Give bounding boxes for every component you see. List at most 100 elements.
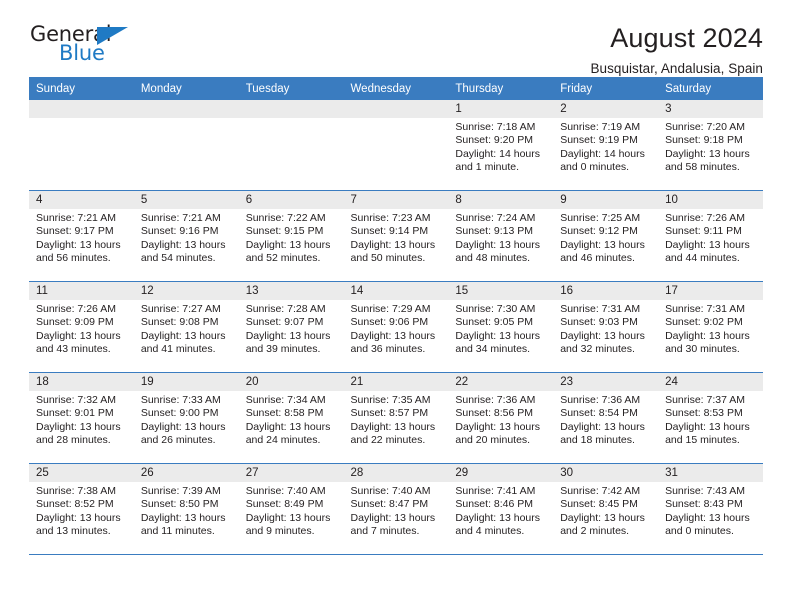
day-cell[interactable]: 15 Sunrise: 7:30 AM Sunset: 9:05 PM Dayligh… [448, 282, 554, 372]
sunrise-text: Sunrise: 7:30 AM [455, 303, 536, 315]
daylight-text-line2: and 0 minutes. [560, 161, 630, 174]
daylight-text-line1: Daylight: 14 hours [455, 147, 541, 160]
sunset-text: Sunset: 9:13 PM [455, 225, 534, 238]
day-cell[interactable]: 31 Sunrise: 7:43 AM Sunset: 8:43 PM Dayligh… [658, 464, 763, 554]
day-number: 9 [553, 191, 659, 209]
day-details: Sunrise: 7:28 AM Sunset: 9:07 PM Daylight:… [239, 300, 344, 357]
day-details: Sunrise: 7:43 AM Sunset: 8:43 PM Daylight:… [658, 482, 763, 539]
sunset-text: Sunset: 9:09 PM [36, 316, 114, 329]
calendar-cell [29, 100, 134, 191]
calendar-cell: 30 Sunrise: 7:42 AM Sunset: 8:45 PM Dayligh… [553, 463, 659, 554]
sunrise-text: Sunrise: 7:36 AM [455, 394, 536, 406]
day-number: 26 [133, 464, 239, 482]
day-cell[interactable]: 3 Sunrise: 7:20 AM Sunset: 9:18 PM Daylight… [658, 100, 763, 190]
day-number [133, 100, 239, 118]
day-cell[interactable]: 2 Sunrise: 7:19 AM Sunset: 9:19 PM Daylight… [553, 100, 659, 190]
day-cell[interactable]: 1 Sunrise: 7:18 AM Sunset: 9:20 PM Daylight… [448, 100, 554, 190]
day-details: Sunrise: 7:27 AM Sunset: 9:08 PM Daylight:… [134, 300, 239, 357]
day-cell[interactable]: 4 Sunrise: 7:21 AM Sunset: 9:17 PM Daylight… [29, 191, 134, 281]
sunrise-text: Sunrise: 7:38 AM [36, 485, 116, 497]
daylight-text-line2: and 56 minutes. [36, 252, 111, 265]
sunset-text: Sunset: 9:19 PM [560, 134, 638, 147]
day-number: 19 [133, 373, 239, 391]
day-cell[interactable]: 30 Sunrise: 7:42 AM Sunset: 8:45 PM Dayligh… [553, 464, 659, 554]
daylight-text-line2: and 22 minutes. [350, 434, 426, 447]
day-cell[interactable]: 22 Sunrise: 7:36 AM Sunset: 8:56 PM Dayligh… [448, 373, 554, 463]
day-details: Sunrise: 7:26 AM Sunset: 9:09 PM Daylight:… [29, 300, 134, 357]
daylight-text-line2: and 43 minutes. [36, 343, 111, 356]
daylight-text-line1: Daylight: 13 hours [560, 420, 645, 433]
sunrise-text: Sunrise: 7:32 AM [36, 394, 116, 406]
day-cell-empty [343, 100, 449, 190]
sunset-text: Sunset: 9:15 PM [245, 225, 324, 238]
sunset-text: Sunset: 9:05 PM [455, 316, 534, 329]
day-details: Sunrise: 7:25 AM Sunset: 9:12 PM Daylight:… [553, 209, 658, 266]
day-cell[interactable]: 27 Sunrise: 7:40 AM Sunset: 8:49 PM Dayligh… [238, 464, 344, 554]
day-cell[interactable]: 24 Sunrise: 7:37 AM Sunset: 8:53 PM Dayligh… [658, 373, 763, 463]
sunrise-text: Sunrise: 7:29 AM [350, 303, 431, 315]
day-cell[interactable]: 21 Sunrise: 7:35 AM Sunset: 8:57 PM Dayligh… [343, 373, 449, 463]
daylight-text-line1: Daylight: 13 hours [665, 329, 750, 342]
sunrise-text: Sunrise: 7:18 AM [455, 121, 536, 133]
day-cell[interactable]: 23 Sunrise: 7:36 AM Sunset: 8:54 PM Dayligh… [553, 373, 659, 463]
day-details: Sunrise: 7:19 AM Sunset: 9:19 PM Daylight:… [553, 118, 658, 175]
day-cell[interactable]: 26 Sunrise: 7:39 AM Sunset: 8:50 PM Dayligh… [133, 464, 239, 554]
day-number: 20 [238, 373, 344, 391]
day-details: Sunrise: 7:24 AM Sunset: 9:13 PM Daylight:… [448, 209, 553, 266]
day-number: 18 [29, 373, 134, 391]
day-cell[interactable]: 16 Sunrise: 7:31 AM Sunset: 9:03 PM Dayligh… [553, 282, 659, 372]
brand-logo[interactable]: General Blue [29, 24, 149, 70]
day-details: Sunrise: 7:23 AM Sunset: 9:14 PM Daylight:… [344, 209, 449, 266]
sunset-text: Sunset: 9:02 PM [665, 316, 743, 329]
daylight-text-line1: Daylight: 13 hours [455, 420, 541, 433]
sunset-text: Sunset: 8:58 PM [245, 407, 324, 420]
sunrise-text: Sunrise: 7:23 AM [350, 212, 431, 224]
day-cell[interactable]: 28 Sunrise: 7:40 AM Sunset: 8:47 PM Dayligh… [343, 464, 449, 554]
daylight-text-line1: Daylight: 13 hours [665, 420, 750, 433]
day-cell[interactable]: 17 Sunrise: 7:31 AM Sunset: 9:02 PM Dayligh… [658, 282, 763, 372]
daylight-text-line2: and 46 minutes. [560, 252, 635, 265]
day-cell[interactable]: 18 Sunrise: 7:32 AM Sunset: 9:01 PM Dayligh… [29, 373, 134, 463]
day-cell[interactable]: 20 Sunrise: 7:34 AM Sunset: 8:58 PM Dayligh… [238, 373, 344, 463]
daylight-text-line1: Daylight: 13 hours [245, 420, 331, 433]
daylight-text-line2: and 34 minutes. [455, 343, 531, 356]
day-cell[interactable]: 9 Sunrise: 7:25 AM Sunset: 9:12 PM Daylight… [553, 191, 659, 281]
day-cell[interactable]: 7 Sunrise: 7:23 AM Sunset: 9:14 PM Daylight… [343, 191, 449, 281]
day-details: Sunrise: 7:33 AM Sunset: 9:00 PM Daylight:… [134, 391, 239, 448]
daylight-text-line1: Daylight: 13 hours [560, 329, 645, 342]
day-number [238, 100, 344, 118]
daylight-text-line1: Daylight: 13 hours [36, 329, 121, 342]
calendar-cell: 11 Sunrise: 7:26 AM Sunset: 9:09 PM Dayligh… [29, 281, 134, 373]
sunrise-text: Sunrise: 7:36 AM [560, 394, 641, 406]
day-cell[interactable]: 11 Sunrise: 7:26 AM Sunset: 9:09 PM Dayligh… [29, 282, 134, 372]
day-cell[interactable]: 19 Sunrise: 7:33 AM Sunset: 9:00 PM Dayligh… [133, 373, 239, 463]
weekday-header-thursday: Thursday [448, 77, 554, 100]
sunrise-text: Sunrise: 7:26 AM [665, 212, 746, 224]
sunset-text: Sunset: 9:17 PM [36, 225, 114, 238]
day-cell[interactable]: 29 Sunrise: 7:41 AM Sunset: 8:46 PM Dayligh… [448, 464, 554, 554]
day-number: 24 [658, 373, 763, 391]
day-cell[interactable]: 10 Sunrise: 7:26 AM Sunset: 9:11 PM Dayligh… [658, 191, 763, 281]
day-cell[interactable]: 6 Sunrise: 7:22 AM Sunset: 9:15 PM Daylight… [238, 191, 344, 281]
day-number: 8 [448, 191, 554, 209]
sunset-text: Sunset: 9:12 PM [560, 225, 638, 238]
day-number: 21 [343, 373, 449, 391]
calendar-cell: 28 Sunrise: 7:40 AM Sunset: 8:47 PM Dayligh… [343, 463, 449, 554]
calendar-cell: 20 Sunrise: 7:34 AM Sunset: 8:58 PM Dayligh… [238, 372, 344, 464]
calendar-cell: 17 Sunrise: 7:31 AM Sunset: 9:02 PM Dayligh… [658, 281, 763, 373]
daylight-text-line1: Daylight: 13 hours [350, 511, 436, 524]
sunset-text: Sunset: 8:56 PM [455, 407, 534, 420]
day-cell[interactable]: 12 Sunrise: 7:27 AM Sunset: 9:08 PM Dayligh… [133, 282, 239, 372]
daylight-text-line2: and 18 minutes. [560, 434, 635, 447]
daylight-text-line2: and 28 minutes. [36, 434, 111, 447]
day-cell[interactable]: 25 Sunrise: 7:38 AM Sunset: 8:52 PM Dayligh… [29, 464, 134, 554]
day-cell[interactable]: 13 Sunrise: 7:28 AM Sunset: 9:07 PM Dayligh… [238, 282, 344, 372]
day-cell[interactable]: 14 Sunrise: 7:29 AM Sunset: 9:06 PM Dayligh… [343, 282, 449, 372]
day-details: Sunrise: 7:41 AM Sunset: 8:46 PM Daylight:… [448, 482, 553, 539]
sunset-text: Sunset: 8:45 PM [560, 498, 638, 511]
weekday-header-saturday: Saturday [658, 77, 763, 100]
day-cell[interactable]: 5 Sunrise: 7:21 AM Sunset: 9:16 PM Daylight… [133, 191, 239, 281]
daylight-text-line1: Daylight: 13 hours [140, 329, 226, 342]
page-header: General Blue August 2024 Busquistar, And… [29, 0, 763, 77]
day-cell[interactable]: 8 Sunrise: 7:24 AM Sunset: 9:13 PM Daylight… [448, 191, 554, 281]
